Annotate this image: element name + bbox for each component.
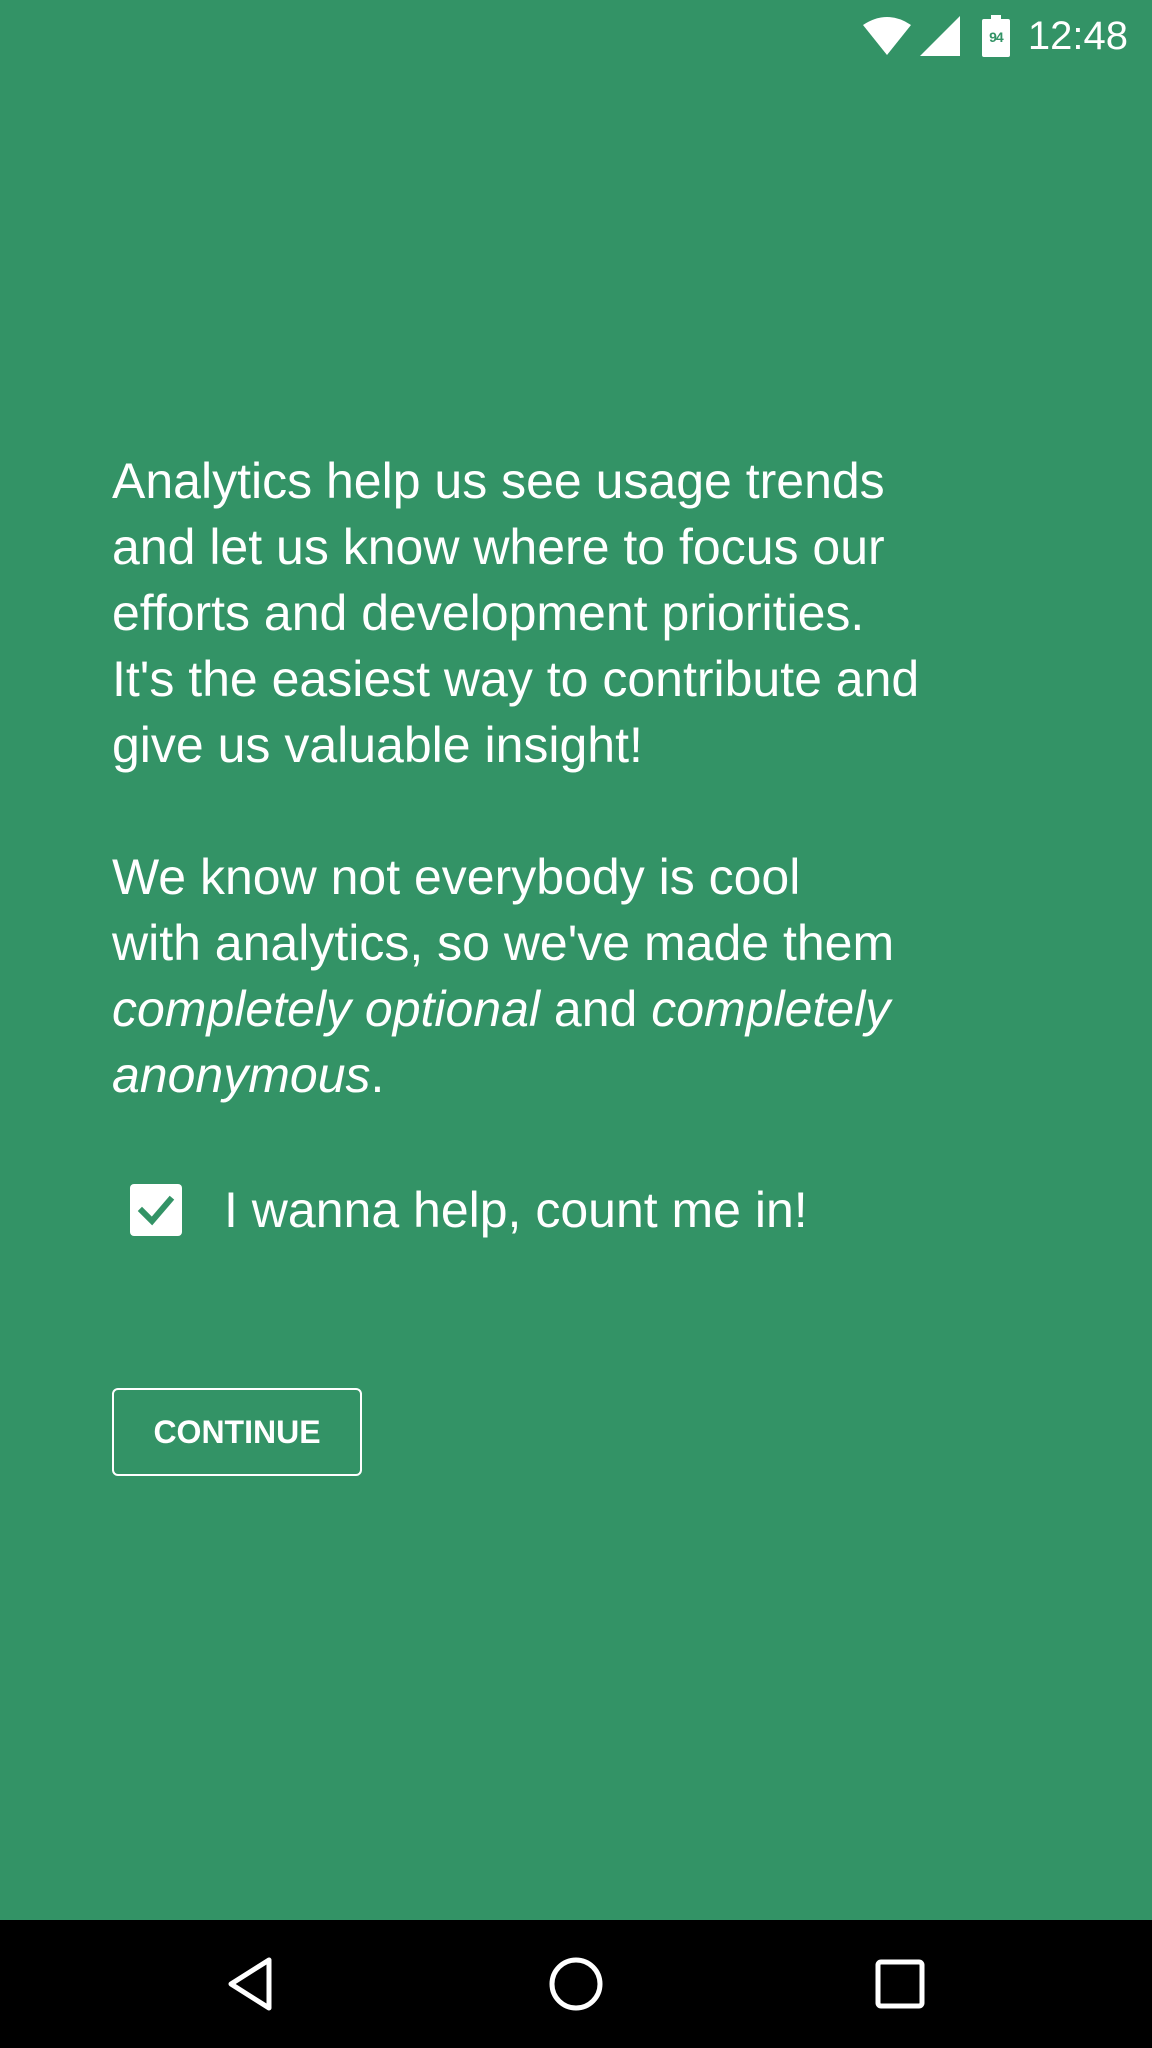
opt-in-checkbox[interactable] [130, 1184, 182, 1236]
opt-in-label[interactable]: I wanna help, count me in! [224, 1180, 808, 1240]
intro-line: and let us know where to focus our [112, 519, 885, 575]
status-bar: 94 12:48 [0, 0, 1152, 72]
analytics-opt-in-screen: 94 12:48 Analytics help us see usage tre… [0, 0, 1152, 1920]
explanation-text: Analytics help us see usage trends and l… [112, 448, 1072, 1108]
intro-line: give us valuable insight! [112, 717, 643, 773]
home-icon [549, 1957, 603, 2011]
wifi-icon [862, 17, 911, 55]
back-icon [228, 1957, 272, 2011]
back-button[interactable] [213, 1944, 293, 2024]
opt-in-checkbox-row[interactable]: I wanna help, count me in! [130, 1180, 808, 1240]
privacy-join: and [540, 981, 652, 1037]
status-icons: 94 12:48 [862, 10, 1128, 62]
status-clock: 12:48 [1027, 14, 1128, 58]
checkmark-icon [137, 1195, 175, 1226]
home-button[interactable] [536, 1944, 616, 2024]
recents-icon [875, 1959, 925, 2009]
navigation-bar [0, 1920, 1152, 2048]
privacy-paragraph: We know not everybody is cool with analy… [112, 844, 1072, 1108]
intro-line: efforts and development priorities. [112, 585, 865, 641]
privacy-line: We know not everybody is cool [112, 849, 801, 905]
emphasis-anonymous: anonymous [112, 1047, 371, 1103]
privacy-line: completely optional and completely [112, 981, 890, 1037]
battery-level: 94 [989, 29, 1004, 45]
emphasis-completely: completely [651, 981, 891, 1037]
privacy-line: anonymous. [112, 1047, 384, 1103]
continue-button[interactable]: CONTINUE [112, 1388, 362, 1476]
intro-line: It's the easiest way to contribute and [112, 651, 920, 707]
privacy-line: with analytics, so we've made them [112, 915, 895, 971]
recents-button[interactable] [860, 1944, 940, 2024]
cell-signal-icon [919, 16, 960, 56]
intro-paragraph: Analytics help us see usage trends and l… [112, 448, 1072, 778]
intro-line: Analytics help us see usage trends [112, 453, 885, 509]
battery-icon: 94 [981, 15, 1010, 57]
emphasis-optional: completely optional [112, 981, 541, 1037]
privacy-end: . [370, 1047, 385, 1103]
